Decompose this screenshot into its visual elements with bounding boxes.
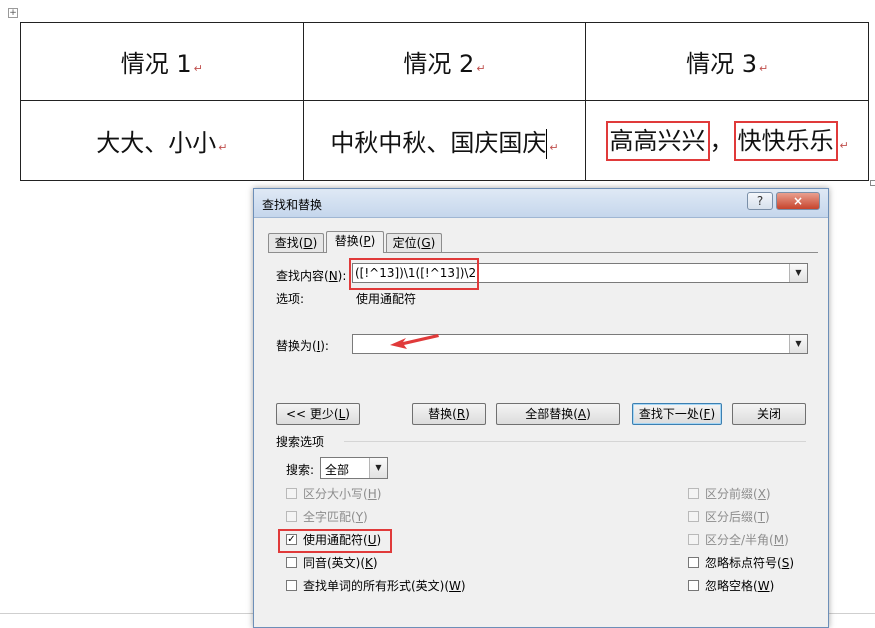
paragraph-mark-icon: ↵ — [839, 138, 849, 152]
cell-text: 大大、小小 — [96, 129, 217, 157]
help-button[interactable]: ? — [747, 192, 773, 210]
table-header-cell[interactable]: 情况 1 ↵ — [20, 22, 304, 101]
checkbox-icon[interactable] — [286, 557, 297, 568]
table-move-handle-icon[interactable]: + — [8, 8, 18, 18]
paragraph-mark-icon: ↵ — [549, 140, 559, 154]
cell-text: 情况 2 — [403, 50, 475, 78]
table-header-cell[interactable]: 情况 2 ↵ — [302, 22, 587, 101]
checkbox-icon[interactable] — [688, 534, 699, 545]
options-label: 选项: — [276, 292, 305, 306]
table-row: 情况 1 ↵ 情况 2 ↵ 情况 3 ↵ — [20, 22, 869, 101]
dialog-title: 查找和替换 — [262, 198, 323, 212]
checkbox-icon[interactable] — [688, 488, 699, 499]
paragraph-mark-icon: ↵ — [193, 62, 203, 75]
document-table: 情况 1 ↵ 情况 2 ↵ 情况 3 ↵ 大大、小小 ↵ 中秋中秋、国庆国庆 ↵ 高高兴兴… — [20, 22, 869, 181]
table-cell[interactable]: 高高兴兴，快快乐乐 ↵ — [585, 100, 869, 181]
tab-goto[interactable]: 定位(G) — [386, 233, 442, 253]
annotation-box — [349, 258, 479, 290]
search-label: 搜索: — [286, 463, 315, 477]
replace-button[interactable]: 替换(R) — [412, 403, 486, 425]
tab-find[interactable]: 查找(D) — [268, 233, 324, 253]
less-button[interactable]: << 更少(L) — [276, 403, 360, 425]
text-cursor — [546, 128, 548, 159]
find-replace-dialog: 查找和替换 ? × 查找(D) 替换(P) 定位(G) 查找内容(N): ▼ 选… — [253, 188, 829, 628]
annotation-box — [278, 529, 392, 553]
table-resize-handle-icon[interactable] — [870, 180, 875, 186]
search-scope-select[interactable]: 全部 ▼ — [320, 457, 388, 479]
search-scope-dropdown-icon[interactable]: ▼ — [369, 458, 387, 478]
paragraph-mark-icon: ↵ — [476, 62, 486, 75]
checkbox-icon[interactable] — [286, 511, 297, 522]
section-divider — [344, 441, 806, 442]
paragraph-mark-icon: ↵ — [759, 62, 769, 75]
table-cell[interactable]: 大大、小小 ↵ — [20, 100, 304, 181]
table-header-cell[interactable]: 情况 3 ↵ — [585, 22, 869, 101]
checkbox-icon[interactable] — [688, 557, 699, 568]
replace-dropdown-icon[interactable]: ▼ — [789, 335, 807, 353]
find-dropdown-icon[interactable]: ▼ — [789, 264, 807, 282]
checkbox-icon[interactable] — [286, 580, 297, 591]
checkbox-icon[interactable] — [688, 580, 699, 591]
cell-text: 情况 1 — [120, 50, 192, 78]
options-value: 使用通配符 — [356, 292, 417, 306]
table-cell[interactable]: 中秋中秋、国庆国庆 ↵ — [302, 100, 587, 181]
close-button[interactable]: 关闭 — [732, 403, 806, 425]
checkbox-icon[interactable] — [688, 511, 699, 522]
replace-label: 替换为(I): — [276, 339, 329, 353]
search-scope-value: 全部 — [325, 463, 350, 477]
annotation-arrow-icon — [390, 334, 439, 349]
cell-text: 情况 3 — [686, 50, 757, 78]
search-options-title: 搜索选项 — [276, 435, 325, 449]
checkbox-icon[interactable] — [286, 488, 297, 499]
highlight-box-text: 快快乐乐 — [733, 120, 838, 161]
tab-replace[interactable]: 替换(P) — [326, 231, 384, 253]
find-label: 查找内容(N): — [276, 269, 347, 283]
dialog-titlebar[interactable]: 查找和替换 ? × — [254, 189, 828, 218]
replace-all-button[interactable]: 全部替换(A) — [496, 403, 620, 425]
cell-text: 中秋中秋、国庆国庆 — [330, 128, 547, 157]
cell-separator: ， — [709, 126, 734, 155]
table-row: 大大、小小 ↵ 中秋中秋、国庆国庆 ↵ 高高兴兴，快快乐乐 ↵ — [20, 100, 869, 181]
find-next-button[interactable]: 查找下一处(F) — [632, 403, 722, 425]
highlight-box-text: 高高兴兴 — [605, 120, 710, 161]
paragraph-mark-icon: ↵ — [218, 141, 228, 154]
close-icon[interactable]: × — [776, 192, 820, 210]
